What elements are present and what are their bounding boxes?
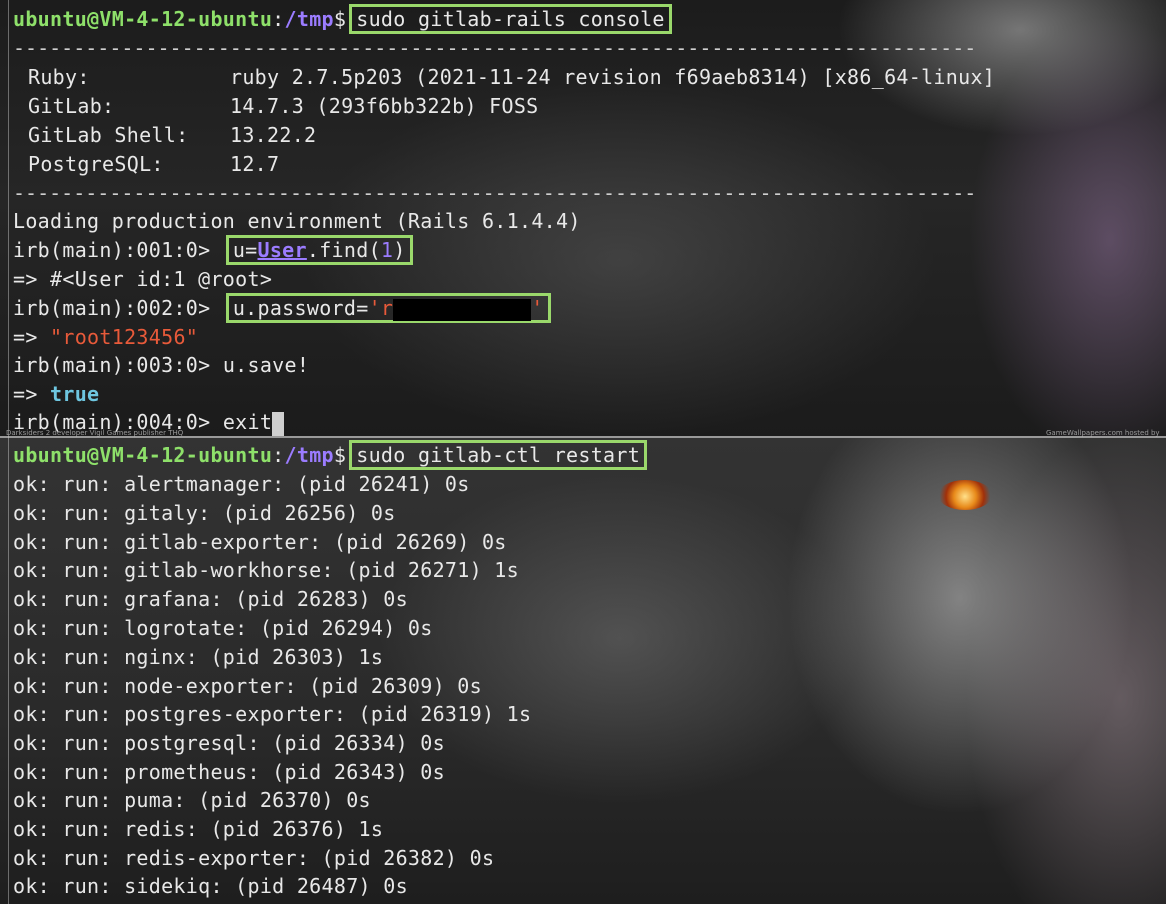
redaction-mask bbox=[393, 298, 532, 321]
prompt-user: ubuntu@VM-4-12-ubuntu bbox=[13, 7, 273, 31]
service-line: ok: run: node-exporter: (pid 26309) 0s bbox=[13, 674, 482, 698]
service-line: ok: run: gitlab-exporter: (pid 26269) 0s bbox=[13, 530, 507, 554]
wallpaper-eye-decoration bbox=[938, 480, 992, 510]
code-text: .find( bbox=[306, 238, 381, 262]
service-line: ok: run: postgresql: (pid 26334) 0s bbox=[13, 731, 445, 755]
version-row-ruby: Ruby: ruby 2.7.5p203 (2021-11-24 revision… bbox=[28, 63, 995, 92]
result-arrow: => bbox=[13, 382, 51, 406]
code-number: 1 bbox=[380, 238, 394, 262]
irb-command-set-password: u.password='r ' bbox=[225, 293, 551, 323]
irb-command-save: u.save! bbox=[222, 353, 310, 377]
version-row-postgresql: PostgreSQL: 12.7 bbox=[28, 150, 279, 179]
prompt-dollar: $ bbox=[333, 443, 347, 467]
irb-prompt: irb(main):002:0> bbox=[13, 296, 223, 320]
irb-command-find-user: u=User.find(1) bbox=[225, 235, 413, 265]
prompt-line-restart: ubuntu@VM-4-12-ubuntu:/tmp$ sudo gitlab-c… bbox=[13, 440, 648, 470]
command-restart: sudo gitlab-ctl restart bbox=[349, 440, 648, 470]
prompt-path: /tmp bbox=[284, 7, 334, 31]
result-string: "root123456" bbox=[50, 325, 199, 349]
service-line: ok: run: redis: (pid 26376) 1s bbox=[13, 817, 384, 841]
code-class: User bbox=[257, 238, 307, 262]
service-line: ok: run: sidekiq: (pid 26487) 0s bbox=[13, 874, 408, 898]
window-edge bbox=[8, 438, 9, 904]
service-line: ok: run: nginx: (pid 26303) 1s bbox=[13, 645, 384, 669]
service-line: ok: run: puma: (pid 26370) 0s bbox=[13, 788, 371, 812]
version-row-gitlab-shell: GitLab Shell: 13.22.2 bbox=[28, 121, 316, 150]
version-value: ruby 2.7.5p203 (2021-11-24 revision f69a… bbox=[230, 65, 996, 89]
irb-output-3: => true bbox=[13, 380, 99, 409]
text-cursor bbox=[272, 411, 285, 436]
prompt-colon: : bbox=[272, 443, 285, 467]
service-line: ok: run: alertmanager: (pid 26241) 0s bbox=[13, 472, 470, 496]
service-line: ok: run: gitaly: (pid 26256) 0s bbox=[13, 501, 396, 525]
service-line: ok: run: logrotate: (pid 26294) 0s bbox=[13, 616, 433, 640]
prompt-user: ubuntu@VM-4-12-ubuntu bbox=[13, 443, 273, 467]
version-label: GitLab: bbox=[28, 94, 115, 118]
irb-line-3: irb(main):003:0> u.save! bbox=[13, 351, 309, 380]
service-line: ok: run: prometheus: (pid 26343) 0s bbox=[13, 760, 445, 784]
prompt-colon: : bbox=[272, 7, 285, 31]
result-bool: true bbox=[50, 382, 100, 406]
irb-prompt: irb(main):003:0> bbox=[13, 353, 223, 377]
code-text: ) bbox=[393, 238, 406, 262]
code-text: u= bbox=[232, 238, 258, 262]
service-line: ok: run: postgres-exporter: (pid 26319) … bbox=[13, 702, 532, 726]
code-text: u.password= bbox=[232, 296, 369, 320]
version-label: PostgreSQL: bbox=[28, 152, 164, 176]
loading-line: Loading production environment (Rails 6.… bbox=[13, 209, 581, 233]
terminal-pane-rails-console[interactable]: ubuntu@VM-4-12-ubuntu:/tmp$ sudo gitlab-r… bbox=[0, 0, 1166, 438]
irb-line-2: irb(main):002:0> u.password='r ' bbox=[13, 293, 551, 323]
service-line: ok: run: grafana: (pid 26283) 0s bbox=[13, 587, 408, 611]
service-line: ok: run: gitlab-workhorse: (pid 26271) 1… bbox=[13, 558, 519, 582]
irb-line-1: irb(main):001:0> u=User.find(1) bbox=[13, 235, 413, 265]
version-row-gitlab: GitLab: 14.7.3 (293f6bb322b) FOSS bbox=[28, 92, 539, 121]
separator-top: ----------------------------------------… bbox=[13, 36, 977, 60]
window-edge bbox=[8, 0, 9, 438]
code-string: 'r bbox=[368, 296, 394, 320]
command-console: sudo gitlab-rails console bbox=[349, 4, 672, 34]
version-label: Ruby: bbox=[28, 65, 90, 89]
version-value: 12.7 bbox=[230, 152, 280, 176]
version-label: GitLab Shell: bbox=[28, 123, 189, 147]
code-string: ' bbox=[531, 296, 544, 320]
service-line: ok: run: redis-exporter: (pid 26382) 0s bbox=[13, 846, 495, 870]
prompt-path: /tmp bbox=[284, 443, 334, 467]
irb-prompt: irb(main):001:0> bbox=[13, 238, 223, 262]
terminal-pane-gitlab-ctl[interactable]: ubuntu@VM-4-12-ubuntu:/tmp$ sudo gitlab-c… bbox=[0, 438, 1166, 904]
prompt-dollar: $ bbox=[333, 7, 347, 31]
version-value: 14.7.3 (293f6bb322b) FOSS bbox=[230, 94, 539, 118]
result-arrow: => bbox=[13, 325, 51, 349]
irb-command-exit: exit bbox=[222, 410, 273, 434]
prompt-line-console: ubuntu@VM-4-12-ubuntu:/tmp$ sudo gitlab-r… bbox=[13, 4, 672, 34]
irb-output-2: => "root123456" bbox=[13, 323, 198, 352]
separator-bottom: ----------------------------------------… bbox=[13, 181, 977, 205]
irb-output-1: => #<User id:1 @root> bbox=[13, 267, 273, 291]
version-value: 13.22.2 bbox=[230, 123, 317, 147]
